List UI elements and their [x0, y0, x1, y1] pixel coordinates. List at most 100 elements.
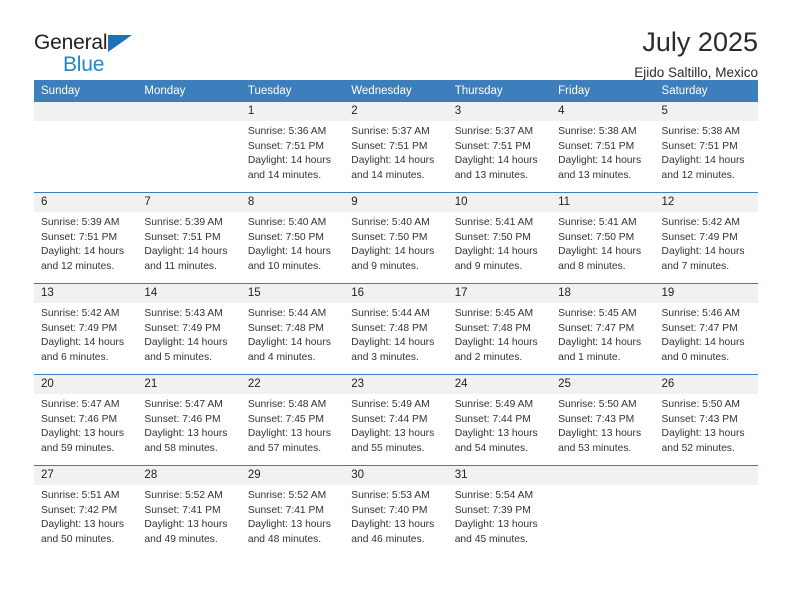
sunset-text: Sunset: 7:51 PM — [351, 140, 428, 152]
daylight-text: Daylight: 14 hours and 10 minutes. — [247, 246, 331, 272]
calendar-day-cell[interactable]: 28 Sunrise: 5:52 AM Sunset: 7:41 PM Dayligh… — [137, 465, 241, 556]
day-details: Sunrise: 5:40 AM Sunset: 7:50 PM Daylight:… — [241, 212, 344, 274]
calendar-day-cell[interactable]: 2 Sunrise: 5:37 AM Sunset: 7:51 PM Daylight… — [344, 102, 448, 193]
logo-triangle-icon — [108, 35, 133, 52]
sunset-text: Sunset: 7:44 PM — [351, 413, 428, 425]
calendar-day-cell[interactable]: 14 Sunrise: 5:43 AM Sunset: 7:49 PM Dayligh… — [137, 283, 241, 375]
calendar-day-cell[interactable]: 31 Sunrise: 5:54 AM Sunset: 7:39 PM Dayligh… — [447, 465, 552, 556]
day-details: Sunrise: 5:39 AM Sunset: 7:51 PM Daylight:… — [34, 212, 137, 274]
daylight-text: Daylight: 14 hours and 12 minutes. — [41, 246, 124, 272]
sunset-text: Sunset: 7:51 PM — [454, 140, 531, 152]
calendar-day-cell[interactable]: 20 Sunrise: 5:47 AM Sunset: 7:46 PM Dayligh… — [34, 374, 138, 466]
calendar-day-cell[interactable]: 10 Sunrise: 5:41 AM Sunset: 7:50 PM Dayligh… — [447, 192, 552, 284]
calendar-week-row: 1 Sunrise: 5:36 AM Sunset: 7:51 PM Daylight… — [34, 102, 758, 193]
calendar-day-cell[interactable]: 27 Sunrise: 5:51 AM Sunset: 7:42 PM Dayligh… — [34, 465, 138, 556]
daylight-text: Daylight: 13 hours and 50 minutes. — [41, 519, 124, 545]
calendar-day-cell-empty — [137, 102, 241, 193]
calendar-day-cell[interactable]: 17 Sunrise: 5:45 AM Sunset: 7:48 PM Dayligh… — [447, 283, 552, 375]
day-details: Sunrise: 5:41 AM Sunset: 7:50 PM Daylight:… — [551, 212, 654, 274]
sunrise-text: Sunrise: 5:44 AM — [247, 308, 327, 319]
day-number: 22 — [240, 375, 345, 394]
calendar-week-row: 13 Sunrise: 5:42 AM Sunset: 7:49 PM Dayligh… — [34, 283, 758, 375]
day-number: 9 — [344, 193, 448, 212]
calendar-day-cell[interactable]: 12 Sunrise: 5:42 AM Sunset: 7:49 PM Dayligh… — [654, 192, 758, 284]
calendar-day-cell-empty — [551, 465, 655, 556]
calendar-day-cell[interactable]: 30 Sunrise: 5:53 AM Sunset: 7:40 PM Dayligh… — [344, 465, 448, 556]
day-number: 28 — [137, 466, 241, 485]
day-details: Sunrise: 5:41 AM Sunset: 7:50 PM Daylight:… — [448, 212, 551, 274]
calendar-day-cell[interactable]: 1 Sunrise: 5:36 AM Sunset: 7:51 PM Daylight… — [240, 102, 345, 193]
sunset-text: Sunset: 7:48 PM — [247, 322, 324, 334]
daylight-text: Daylight: 14 hours and 14 minutes. — [351, 155, 435, 181]
sunset-text: Sunset: 7:49 PM — [41, 322, 118, 334]
sunset-text: Sunset: 7:51 PM — [558, 140, 635, 152]
calendar-day-cell[interactable]: 16 Sunrise: 5:44 AM Sunset: 7:48 PM Dayligh… — [344, 283, 448, 375]
calendar-day-cell[interactable]: 6 Sunrise: 5:39 AM Sunset: 7:51 PM Daylight… — [34, 192, 138, 284]
day-number: 7 — [137, 193, 241, 212]
sunrise-text: Sunrise: 5:39 AM — [41, 217, 120, 228]
sunset-text: Sunset: 7:50 PM — [454, 231, 531, 243]
calendar-day-cell[interactable]: 9 Sunrise: 5:40 AM Sunset: 7:50 PM Daylight… — [344, 192, 448, 284]
weekday-header-thursday: Thursday — [447, 80, 552, 102]
page-header: General Blue July 2025 Ejido Saltillo, M… — [34, 0, 758, 81]
daylight-text: Daylight: 13 hours and 48 minutes. — [247, 519, 331, 545]
day-details: Sunrise: 5:44 AM Sunset: 7:48 PM Daylight:… — [241, 303, 344, 365]
day-details: Sunrise: 5:45 AM Sunset: 7:47 PM Daylight:… — [551, 303, 654, 365]
sunrise-text: Sunrise: 5:40 AM — [247, 217, 327, 228]
sunrise-text: Sunrise: 5:50 AM — [661, 399, 740, 410]
sunset-text: Sunset: 7:46 PM — [41, 413, 118, 425]
sunrise-text: Sunrise: 5:47 AM — [41, 399, 120, 410]
page-title: July 2025 — [642, 27, 758, 57]
calendar-day-cell[interactable]: 24 Sunrise: 5:49 AM Sunset: 7:44 PM Dayligh… — [447, 374, 552, 466]
day-details: Sunrise: 5:48 AM Sunset: 7:45 PM Daylight:… — [241, 394, 344, 456]
sunrise-text: Sunrise: 5:49 AM — [454, 399, 534, 410]
sunrise-text: Sunrise: 5:52 AM — [144, 490, 223, 501]
daylight-text: Daylight: 14 hours and 2 minutes. — [454, 337, 538, 363]
daylight-text: Daylight: 13 hours and 54 minutes. — [454, 428, 538, 454]
day-number: 26 — [654, 375, 758, 394]
day-number: 2 — [344, 102, 448, 121]
sunrise-text: Sunrise: 5:48 AM — [247, 399, 327, 410]
calendar-day-cell[interactable]: 15 Sunrise: 5:44 AM Sunset: 7:48 PM Dayligh… — [240, 283, 345, 375]
sunset-text: Sunset: 7:50 PM — [247, 231, 324, 243]
day-number: 15 — [240, 284, 345, 303]
calendar-table: Sunday Monday Tuesday Wednesday Thursday… — [34, 80, 758, 556]
calendar-day-cell[interactable]: 18 Sunrise: 5:45 AM Sunset: 7:47 PM Dayligh… — [551, 283, 655, 375]
calendar-day-cell[interactable]: 7 Sunrise: 5:39 AM Sunset: 7:51 PM Daylight… — [137, 192, 241, 284]
sunrise-text: Sunrise: 5:37 AM — [351, 126, 430, 137]
sunset-text: Sunset: 7:49 PM — [661, 231, 738, 243]
daylight-text: Daylight: 13 hours and 59 minutes. — [41, 428, 124, 454]
calendar-day-cell[interactable]: 13 Sunrise: 5:42 AM Sunset: 7:49 PM Dayligh… — [34, 283, 138, 375]
weekday-header-sunday: Sunday — [34, 80, 138, 102]
day-details: Sunrise: 5:45 AM Sunset: 7:48 PM Daylight:… — [448, 303, 551, 365]
sunset-text: Sunset: 7:41 PM — [247, 504, 324, 516]
calendar-day-cell-empty — [654, 465, 758, 556]
calendar-day-cell[interactable]: 26 Sunrise: 5:50 AM Sunset: 7:43 PM Dayligh… — [654, 374, 758, 466]
day-number: 10 — [447, 193, 552, 212]
sunrise-text: Sunrise: 5:52 AM — [247, 490, 327, 501]
logo-text-blue: Blue — [63, 53, 105, 76]
daylight-text: Daylight: 13 hours and 45 minutes. — [454, 519, 538, 545]
calendar-day-cell[interactable]: 29 Sunrise: 5:52 AM Sunset: 7:41 PM Dayligh… — [240, 465, 345, 556]
day-details: Sunrise: 5:46 AM Sunset: 7:47 PM Daylight:… — [655, 303, 758, 365]
sunset-text: Sunset: 7:50 PM — [351, 231, 428, 243]
sunset-text: Sunset: 7:51 PM — [247, 140, 324, 152]
calendar-day-cell[interactable]: 22 Sunrise: 5:48 AM Sunset: 7:45 PM Dayligh… — [240, 374, 345, 466]
day-details: Sunrise: 5:37 AM Sunset: 7:51 PM Daylight:… — [448, 121, 551, 183]
weekday-header-tuesday: Tuesday — [240, 80, 345, 102]
calendar-day-cell[interactable]: 11 Sunrise: 5:41 AM Sunset: 7:50 PM Dayligh… — [551, 192, 655, 284]
calendar-day-cell[interactable]: 4 Sunrise: 5:38 AM Sunset: 7:51 PM Daylight… — [551, 102, 655, 193]
calendar-day-cell[interactable]: 21 Sunrise: 5:47 AM Sunset: 7:46 PM Dayligh… — [137, 374, 241, 466]
calendar-day-cell[interactable]: 8 Sunrise: 5:40 AM Sunset: 7:50 PM Daylight… — [240, 192, 345, 284]
day-details: Sunrise: 5:54 AM Sunset: 7:39 PM Daylight:… — [448, 485, 551, 547]
calendar-day-cell[interactable]: 3 Sunrise: 5:37 AM Sunset: 7:51 PM Daylight… — [447, 102, 552, 193]
calendar-day-cell[interactable]: 5 Sunrise: 5:38 AM Sunset: 7:51 PM Daylight… — [654, 102, 758, 193]
generalblue-logo[interactable]: General Blue — [34, 28, 154, 75]
daylight-text: Daylight: 14 hours and 4 minutes. — [247, 337, 331, 363]
calendar-day-cell[interactable]: 25 Sunrise: 5:50 AM Sunset: 7:43 PM Dayligh… — [551, 374, 655, 466]
sunset-text: Sunset: 7:48 PM — [351, 322, 428, 334]
calendar-day-cell[interactable]: 19 Sunrise: 5:46 AM Sunset: 7:47 PM Dayligh… — [654, 283, 758, 375]
calendar-day-cell[interactable]: 23 Sunrise: 5:49 AM Sunset: 7:44 PM Dayligh… — [344, 374, 448, 466]
day-number: 16 — [344, 284, 448, 303]
sunrise-text: Sunrise: 5:42 AM — [41, 308, 120, 319]
